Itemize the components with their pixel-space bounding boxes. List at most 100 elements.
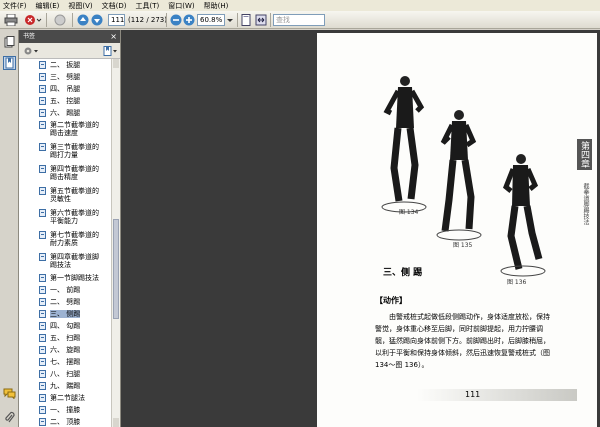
page-count: (112 / 273) (128, 16, 167, 24)
bookmark-item[interactable]: 九、 踹踢 (39, 382, 111, 390)
bookmark-item[interactable]: 四、 吊腿 (39, 85, 111, 93)
panel-title: 书签 (23, 33, 36, 40)
bookmark-label: 三、 劈腿 (50, 73, 81, 81)
bookmark-page-icon (39, 121, 46, 129)
bookmark-item[interactable]: 二、 劈踢 (39, 298, 111, 306)
bookmark-item[interactable]: 第四章截拳道脚 踢技法 (39, 253, 111, 269)
bookmark-label: 第四节截拳道的 踢击精度 (50, 165, 99, 181)
bookmark-label: 第二节截拳道的 踢击速度 (50, 121, 99, 137)
body-line: 警觉，身体重心移至后脚，同时前脚提起，用力拧腰调 (375, 325, 543, 333)
bookmark-label: 第三节截拳道的 踢打力量 (50, 143, 99, 159)
bookmark-item[interactable]: 第三节截拳道的 踢打力量 (39, 143, 111, 159)
bookmark-item[interactable]: 二、 顶膝 (39, 418, 111, 426)
footer-band (417, 389, 577, 401)
close-panel-icon[interactable]: × (110, 30, 117, 43)
scroll-down-button[interactable] (113, 418, 119, 427)
bookmark-item[interactable]: 第七节截拳道的 耐力素质 (39, 231, 111, 247)
bookmark-item[interactable]: 七、 摆踢 (39, 358, 111, 366)
comments-icon[interactable] (3, 388, 16, 399)
menu-view[interactable]: 视图(V) (68, 1, 92, 11)
menu-bar: 文件(F) 编辑(E) 视图(V) 文档(D) 工具(T) 窗口(W) 帮助(H… (0, 0, 600, 11)
zoom-dropdown-icon[interactable] (226, 14, 234, 26)
bookmark-item[interactable]: 五、 扫踢 (39, 334, 111, 342)
menu-document[interactable]: 文档(D) (102, 1, 127, 11)
bookmarks-panel: 书签 × 二、 扳腿三、 劈腿四、 吊腿五、 控腿六、 踢腿第二节截拳道的 踢击… (19, 30, 121, 427)
bookmark-page-icon (39, 310, 46, 318)
bookmark-item[interactable]: 五、 控腿 (39, 97, 111, 105)
fit-width-icon[interactable] (255, 14, 267, 26)
bookmark-item[interactable]: 第一节脚踢技法 (39, 274, 111, 282)
bookmark-label: 第七节截拳道的 耐力素质 (50, 231, 99, 247)
bookmark-label: 一、 前踢 (50, 286, 81, 294)
scroll-up-button[interactable] (113, 59, 119, 68)
menu-file[interactable]: 文件(F) (3, 1, 27, 11)
bookmark-item[interactable]: 第六节截拳道的 平衡能力 (39, 209, 111, 225)
print-icon[interactable] (4, 14, 18, 26)
bookmark-item[interactable]: 四、 勾踢 (39, 322, 111, 330)
body-line: 以利于平衡和保持身体倾斜，然后迅速恢复警戒桩式（图 (375, 349, 550, 357)
menu-edit[interactable]: 编辑(E) (36, 1, 60, 11)
next-page-icon[interactable] (91, 14, 103, 26)
pages-icon[interactable] (4, 36, 15, 48)
figure-136-caption: 图 136 (507, 279, 527, 286)
bookmark-tree: 二、 扳腿三、 劈腿四、 吊腿五、 控腿六、 踢腿第二节截拳道的 踢击速度 第三节… (19, 59, 112, 427)
bookmark-item[interactable]: 二、 扳腿 (39, 61, 111, 69)
bookmark-page-icon (39, 73, 46, 81)
page-number-input[interactable]: 111 (108, 14, 125, 26)
figure-135-caption: 图 135 (453, 242, 473, 249)
bookmark-page-icon (39, 61, 46, 69)
bookmark-label: 第二节腿法 (50, 394, 85, 402)
bookmark-item[interactable]: 第二节截拳道的 踢击速度 (39, 121, 111, 137)
bookmark-item[interactable]: 第四节截拳道的 踢击精度 (39, 165, 111, 181)
bookmark-label: 六、 踢腿 (50, 109, 81, 117)
bookmark-page-icon (39, 97, 46, 105)
bookmark-item[interactable]: 第二节腿法 (39, 394, 111, 402)
menu-tools[interactable]: 工具(T) (136, 1, 160, 11)
bookmark-page-icon (39, 209, 46, 217)
panel-scrollbar[interactable] (111, 59, 120, 427)
menu-window[interactable]: 窗口(W) (168, 1, 194, 11)
bookmark-label: 六、 旋踢 (50, 346, 81, 354)
previous-page-icon[interactable] (77, 14, 89, 26)
bookmark-label: 八、 扫腿 (50, 370, 81, 378)
bookmark-page-icon (39, 253, 46, 261)
toolbar: 111 (112 / 273) 60.8% 查找 (0, 11, 600, 29)
bookmark-page-icon (39, 165, 46, 173)
bookmark-page-icon (39, 187, 46, 195)
fit-page-icon[interactable] (240, 14, 252, 26)
bookmark-item[interactable]: 六、 踢腿 (39, 109, 111, 117)
scrollbar-thumb[interactable] (113, 219, 119, 319)
menu-help[interactable]: 帮助(H) (204, 1, 229, 11)
new-bookmark-icon[interactable] (103, 46, 118, 56)
bookmark-label: 二、 顶膝 (50, 418, 81, 426)
attachment-icon[interactable] (4, 411, 15, 424)
section-title: 三、侧 踢 (383, 268, 423, 278)
bookmark-page-icon (39, 346, 46, 354)
bookmark-page-icon (39, 418, 46, 426)
export-pdf-icon[interactable] (24, 14, 42, 26)
bookmarks-icon[interactable] (3, 56, 16, 70)
navigation-strip (0, 30, 19, 427)
bookmark-item[interactable]: 三、 劈腿 (39, 73, 111, 81)
bookmark-page-icon (39, 406, 46, 414)
hand-tool-icon[interactable] (52, 14, 68, 26)
bookmark-page-icon (39, 231, 46, 239)
bookmark-page-icon (39, 286, 46, 294)
options-menu-icon[interactable] (24, 46, 39, 56)
zoom-out-icon[interactable] (170, 14, 182, 26)
zoom-in-icon[interactable] (183, 14, 195, 26)
bookmark-item[interactable]: 第五节截拳道的 灵敏性 (39, 187, 111, 203)
body-line: 髋，猛然踢向身体前侧下方。前脚踢出时，后脚膝稍屈， (375, 337, 550, 345)
search-input[interactable]: 查找 (273, 14, 325, 26)
bookmark-item[interactable]: 一、 撞膝 (39, 406, 111, 414)
zoom-field[interactable]: 60.8% (197, 14, 225, 26)
bookmark-item[interactable]: 一、 前踢 (39, 286, 111, 294)
document-viewer[interactable]: 图 134 图 135 图 136 三、侧 踢 【动作】 由警戒桩式起做低段侧踢… (121, 30, 600, 427)
bookmark-item[interactable]: 六、 旋踢 (39, 346, 111, 354)
bookmark-label: 第一节脚踢技法 (50, 274, 99, 282)
bookmark-item[interactable]: 三、 侧踢 (39, 310, 111, 318)
body-line: 由警戒桩式起做低段侧踢动作，身体适度放松，保持 (389, 313, 550, 321)
bookmark-item[interactable]: 八、 扫腿 (39, 370, 111, 378)
chapter-subtitle: 截拳道脚踢技法 (582, 183, 589, 225)
bookmark-label: 七、 摆踢 (50, 358, 81, 366)
